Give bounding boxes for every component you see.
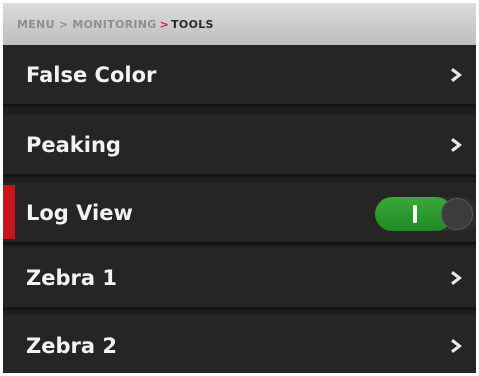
log-view-toggle[interactable] xyxy=(375,197,476,231)
chevron-right-icon xyxy=(451,67,462,82)
breadcrumb-separator: > xyxy=(58,17,69,31)
menu-item-label: Zebra 1 xyxy=(26,265,117,290)
menu-item-label: Zebra 2 xyxy=(26,334,117,358)
menu-item-label: False Color xyxy=(26,62,157,87)
toggle-knob[interactable] xyxy=(441,198,473,230)
menu-item-zebra-1[interactable]: Zebra 1 xyxy=(3,248,476,310)
toggle-on-indicator xyxy=(413,205,417,223)
chevron-right-icon xyxy=(451,137,462,152)
menu-item-false-color[interactable]: False Color xyxy=(3,45,476,107)
breadcrumb-separator-active: > xyxy=(159,17,170,31)
menu-item-peaking[interactable]: Peaking xyxy=(3,115,476,177)
breadcrumb-item-menu[interactable]: MENU xyxy=(17,18,55,31)
selection-indicator xyxy=(3,185,15,239)
menu-item-label: Peaking xyxy=(26,132,121,157)
breadcrumb: MENU > MONITORING > TOOLS xyxy=(3,3,476,45)
menu-item-zebra-2[interactable]: Zebra 2 xyxy=(3,315,476,373)
breadcrumb-item-monitoring[interactable]: MONITORING xyxy=(72,18,156,31)
menu-item-label: Log View xyxy=(26,200,133,225)
menu-item-log-view[interactable]: Log View xyxy=(3,183,476,245)
tools-menu-screen: MENU > MONITORING > TOOLS False Color Pe… xyxy=(3,3,476,373)
chevron-right-icon xyxy=(451,270,462,285)
chevron-right-icon xyxy=(451,339,462,353)
breadcrumb-item-tools: TOOLS xyxy=(171,17,214,31)
